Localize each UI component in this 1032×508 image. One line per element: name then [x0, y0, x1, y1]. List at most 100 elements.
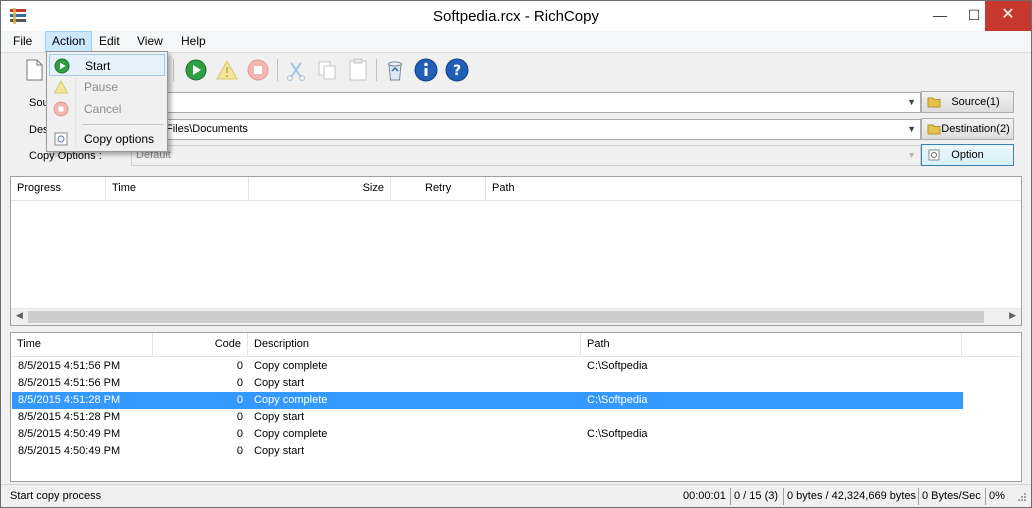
scroll-left-icon[interactable]: ◀	[16, 310, 23, 321]
new-file-icon[interactable]	[21, 57, 47, 83]
menu-item-copy-options-label: Copy options	[84, 132, 155, 146]
folder-icon	[927, 97, 941, 108]
copy-icon	[318, 61, 336, 80]
destination-combobox[interactable]: pedia Files\Documents ▼	[131, 119, 921, 140]
status-separator	[985, 488, 986, 505]
log-cell-code: 0	[236, 377, 243, 389]
log-cell-code: 0	[236, 445, 243, 457]
log-cell-description: Copy complete	[254, 428, 328, 440]
column-header-size[interactable]: Size	[249, 177, 391, 200]
column-header-time[interactable]: Time	[11, 333, 153, 356]
menu-item-copy-options[interactable]: Copy options	[49, 128, 165, 150]
start-icon[interactable]	[183, 57, 209, 83]
log-cell-time: 8/5/2015 4:50:49 PM	[18, 445, 121, 457]
option-button-label: Option	[951, 149, 984, 161]
status-message: Start copy process	[10, 490, 102, 502]
log-cell-path: C:\Softpedia	[587, 428, 648, 440]
info-icon[interactable]	[413, 57, 439, 83]
column-header-description[interactable]: Description	[248, 333, 581, 356]
log-cell-description: Copy start	[254, 411, 305, 423]
log-cell-time: 8/5/2015 4:51:28 PM	[18, 394, 121, 406]
cancel-icon	[247, 59, 269, 81]
chevron-down-icon: ▼	[907, 150, 916, 160]
pause-icon	[216, 59, 238, 80]
log-row[interactable]: 8/5/2015 4:51:56 PM 0 Copy complete C:\Soft…	[12, 358, 963, 375]
status-files: 0 / 15 (3)	[734, 490, 779, 502]
chevron-down-icon[interactable]: ▼	[907, 120, 916, 139]
menu-action[interactable]: Action	[45, 31, 93, 52]
settings-icon	[54, 132, 68, 146]
menu-separator	[82, 124, 164, 125]
resize-grip-icon[interactable]	[1015, 492, 1027, 504]
source-combobox[interactable]: pedia ▼	[131, 92, 921, 113]
close-button[interactable]: ✕	[985, 1, 1031, 31]
destination-button[interactable]: Destination(2)	[921, 118, 1014, 140]
log-cell-description: Copy complete	[254, 394, 328, 406]
scroll-right-icon[interactable]: ▶	[1009, 310, 1016, 321]
source-button[interactable]: Source(1)	[921, 91, 1014, 113]
menu-view[interactable]: View	[131, 31, 169, 52]
menu-help[interactable]: Help	[175, 31, 212, 52]
menu-item-pause: Pause	[49, 76, 165, 98]
column-header-path[interactable]: Path	[486, 177, 1021, 200]
minimize-button[interactable]: —	[923, 1, 957, 31]
column-header-code[interactable]: Code	[153, 333, 248, 356]
column-header-path[interactable]: Path	[581, 333, 962, 356]
log-cell-code: 0	[236, 394, 243, 406]
toolbar-separator	[277, 59, 278, 81]
menu-item-cancel: Cancel	[49, 98, 165, 120]
menu-edit[interactable]: Edit	[93, 31, 126, 52]
log-cell-description: Copy start	[254, 445, 305, 457]
status-elapsed: 00:00:01	[683, 490, 726, 502]
menu-bar: File Action Edit View Help	[1, 31, 1031, 53]
log-row[interactable]: 8/5/2015 4:50:49 PM 0 Copy start	[12, 443, 963, 460]
chevron-down-icon[interactable]: ▼	[907, 93, 916, 112]
settings-icon	[928, 149, 940, 161]
column-header-time[interactable]: Time	[106, 177, 249, 200]
log-cell-code: 0	[236, 360, 243, 372]
horizontal-scrollbar[interactable]: ◀ ▶	[11, 308, 1021, 325]
column-header-progress[interactable]: Progress	[11, 177, 106, 200]
copy-options-combobox: Default ▼	[131, 145, 921, 166]
menu-item-start[interactable]: Start	[49, 54, 165, 76]
scrollbar-thumb[interactable]	[28, 311, 984, 323]
pause-icon	[53, 79, 69, 94]
option-button[interactable]: Option	[921, 144, 1014, 166]
log-cell-path: C:\Softpedia	[587, 360, 648, 372]
toolbar-separator	[173, 59, 174, 81]
status-percent: 0%	[989, 490, 1005, 502]
status-separator	[918, 488, 919, 505]
column-header-retry[interactable]: Retry	[391, 177, 486, 200]
richcopy-window: Softpedia.rcx - RichCopy — ☐ ✕ File Acti…	[0, 0, 1032, 508]
log-cell-code: 0	[236, 411, 243, 423]
log-row[interactable]: 8/5/2015 4:50:49 PM 0 Copy complete C:\Soft…	[12, 426, 963, 443]
log-row[interactable]: 8/5/2015 4:51:28 PM 0 Copy complete C:\Soft…	[12, 392, 963, 409]
log-cell-code: 0	[236, 428, 243, 440]
title-bar: Softpedia.rcx - RichCopy — ☐ ✕	[1, 1, 1031, 31]
log-cell-description: Copy start	[254, 377, 305, 389]
paste-icon	[349, 58, 367, 81]
status-bar: Start copy process 00:00:01 0 / 15 (3) 0…	[1, 484, 1031, 507]
folder-icon	[927, 124, 941, 135]
status-speed: 0 Bytes/Sec	[922, 490, 981, 502]
log-list[interactable]: Time Code Description Path 8/5/2015 4:51…	[10, 332, 1022, 482]
header-divider	[11, 356, 1021, 357]
log-cell-time: 8/5/2015 4:51:56 PM	[18, 377, 121, 389]
svg-text:?: ?	[453, 63, 461, 79]
help-icon[interactable]: ?	[444, 57, 470, 83]
log-cell-time: 8/5/2015 4:50:49 PM	[18, 428, 121, 440]
recycle-bin-icon[interactable]	[382, 57, 408, 83]
menu-file[interactable]: File	[7, 31, 38, 52]
progress-list[interactable]: Progress Time Size Retry Path ◀ ▶	[10, 176, 1022, 326]
log-cell-path: C:\Softpedia	[587, 394, 648, 406]
action-menu-dropdown: Start Pause Cancel Copy options	[46, 51, 168, 152]
start-icon	[54, 58, 70, 74]
source-button-label: Source(1)	[951, 96, 1000, 108]
log-row[interactable]: 8/5/2015 4:51:28 PM 0 Copy start	[12, 409, 963, 426]
menu-item-cancel-label: Cancel	[84, 102, 122, 116]
toolbar-separator	[376, 59, 377, 81]
log-row[interactable]: 8/5/2015 4:51:56 PM 0 Copy start	[12, 375, 963, 392]
header-divider	[11, 200, 1021, 201]
log-cell-description: Copy complete	[254, 360, 328, 372]
menu-item-pause-label: Pause	[84, 80, 119, 94]
